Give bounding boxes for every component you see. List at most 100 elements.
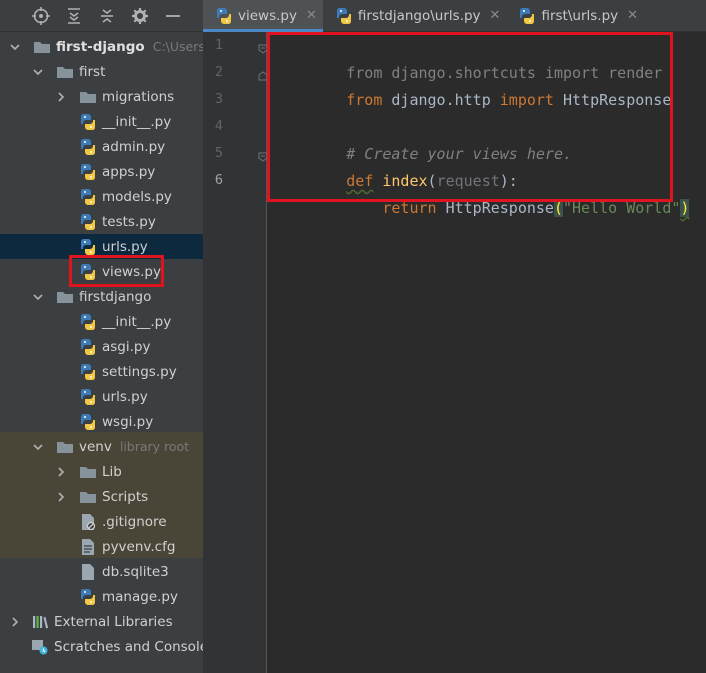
tree-item-hint: library root [119,438,190,454]
locate-icon[interactable] [24,4,57,28]
line-number: 3 [214,91,223,107]
tree-item-label: Scripts [102,488,149,505]
tree-item-admin-py[interactable]: admin.py [0,134,203,159]
chevron-down-icon[interactable] [8,40,22,54]
tree-item-scripts[interactable]: Scripts [0,484,203,509]
code-line-2: from django.http import HttpResponse [346,91,672,109]
close-tab-icon[interactable]: ✕ [627,8,638,23]
python-file-icon [79,338,97,356]
folder-icon [79,88,97,106]
tree-item-label: urls.py [102,388,148,405]
tree-item-label: admin.py [102,138,166,155]
tree-item-label: migrations [102,88,175,105]
python-file-icon [79,188,97,206]
fold-marker-icon[interactable] [258,42,268,54]
python-file-icon [215,7,233,25]
tree-item-models-py[interactable]: models.py [0,184,203,209]
tree-item-external-libraries[interactable]: External Libraries [0,609,203,634]
tree-item-migrations[interactable]: migrations [0,84,203,109]
tree-item-urls-py[interactable]: urls.py [0,384,203,409]
line-gutter: 1 2 3 4 5 6 [203,32,268,673]
tree-item-label: External Libraries [54,613,173,630]
fold-marker-icon[interactable] [258,69,268,81]
chevron-right-icon[interactable] [54,465,68,479]
code-line-1: from django.shortcuts import render [346,64,663,82]
tree-item-first[interactable]: first [0,59,203,84]
tree-item-label: asgi.py [102,338,151,355]
tree-item-asgi-py[interactable]: asgi.py [0,334,203,359]
tree-item-views-py[interactable]: views.py [0,259,203,284]
chevron-down-icon[interactable] [31,290,45,304]
python-file-icon [79,213,97,231]
minimize-icon[interactable] [156,4,189,28]
tree-item-scratches-and-consoles[interactable]: Scratches and Consoles [0,634,203,659]
tree-item-label: urls.py [102,238,148,255]
editor-tab-views-py[interactable]: views.py ✕ [203,0,323,32]
fold-marker-icon[interactable] [258,150,268,162]
python-file-icon [79,238,97,256]
tree-item-tests-py[interactable]: tests.py [0,209,203,234]
tree-item-label: venv library root [79,438,190,455]
folder-icon [56,288,74,306]
close-tab-icon[interactable]: ✕ [490,8,501,23]
tree-item-label: first-djangoC:\Users\ [56,39,203,55]
tree-item-pyvenv-cfg[interactable]: pyvenv.cfg [0,534,203,559]
chevron-down-icon[interactable] [31,65,45,79]
line-number: 4 [214,118,223,134]
python-file-icon [79,263,97,281]
gear-icon[interactable] [123,4,156,28]
editor-tab-firstdjango-urls-py[interactable]: firstdjango\urls.py ✕ [323,0,507,31]
scratches-icon [31,638,49,656]
tree-item--gitignore[interactable]: .gitignore [0,509,203,534]
chevron-right-icon[interactable] [54,90,68,104]
gitignore-file-icon [79,513,97,531]
collapse-all-icon[interactable] [90,4,123,28]
editor-area: views.py ✕ firstdjango\urls.py ✕ first\urls.… [203,0,706,673]
tree-item-first-django[interactable]: first-djangoC:\Users\ [0,34,203,59]
tree-item-label: manage.py [102,588,178,605]
python-file-icon [79,113,97,131]
tree-item-db-sqlite3[interactable]: db.sqlite3 [0,559,203,584]
python-file-icon [518,7,536,25]
tree-item-apps-py[interactable]: apps.py [0,159,203,184]
folder-icon [79,488,97,506]
tree-item--init-py[interactable]: __init__.py [0,309,203,334]
tab-label: views.py [238,7,297,24]
tree-item-label: pyvenv.cfg [102,538,176,555]
tree-item-firstdjango[interactable]: firstdjango [0,284,203,309]
tree-item-label: first [79,63,106,80]
python-file-icon [79,388,97,406]
close-tab-icon[interactable]: ✕ [306,8,317,23]
python-file-icon [79,313,97,331]
database-file-icon [79,563,97,581]
folder-icon [56,63,74,81]
editor-tab-first-urls-py[interactable]: first\urls.py ✕ [506,0,644,31]
tree-item-manage-py[interactable]: manage.py [0,584,203,609]
project-panel-toolbar [0,0,203,32]
tab-label: first\urls.py [541,7,619,24]
python-file-icon [79,163,97,181]
tree-item-settings-py[interactable]: settings.py [0,359,203,384]
python-file-icon [79,363,97,381]
tree-item--init-py[interactable]: __init__.py [0,109,203,134]
tree-item-label: firstdjango [79,288,152,305]
tree-item-label: __init__.py [102,313,172,330]
config-file-icon [79,538,97,556]
python-file-icon [79,588,97,606]
folder-icon [79,463,97,481]
tree-item-label: tests.py [102,213,156,230]
tree-item-label: models.py [102,188,172,205]
tree-item-urls-py[interactable]: urls.py [0,234,203,259]
tree-item-wsgi-py[interactable]: wsgi.py [0,409,203,434]
expand-all-icon[interactable] [57,4,90,28]
chevron-right-icon[interactable] [54,490,68,504]
tree-item-label: apps.py [102,163,156,180]
tree-item-lib[interactable]: Lib [0,459,203,484]
chevron-right-icon[interactable] [8,615,22,629]
tree-item-venv[interactable]: venv library root [0,434,203,459]
tab-label: firstdjango\urls.py [357,7,481,24]
code-line-6: return HttpResponse("Hello World") [382,199,690,217]
tree-item-label: settings.py [102,363,177,380]
libraries-icon [31,613,49,631]
chevron-down-icon[interactable] [31,440,45,454]
